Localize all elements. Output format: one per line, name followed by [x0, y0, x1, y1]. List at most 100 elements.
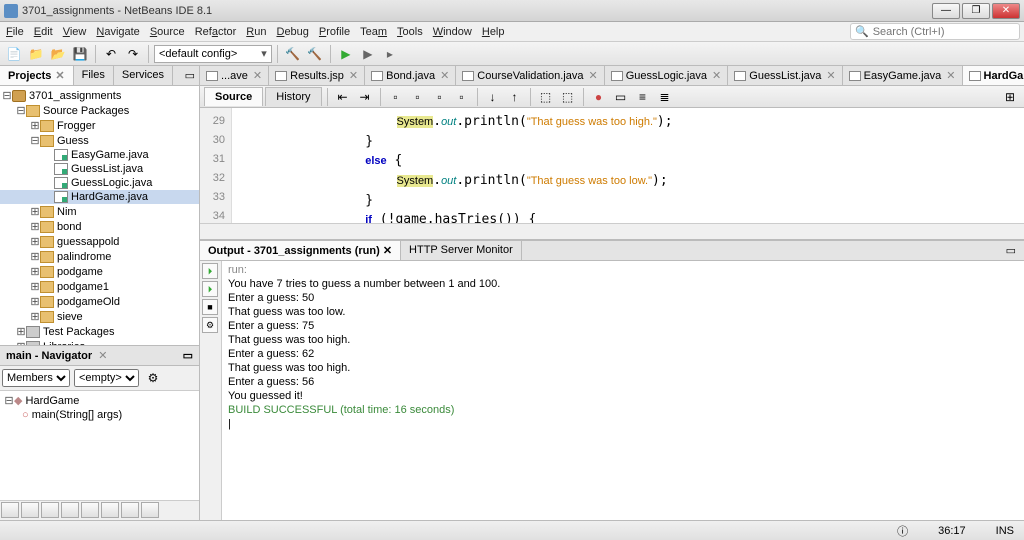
- close-icon[interactable]: ✕: [826, 69, 835, 82]
- editor-tool-button[interactable]: ●: [589, 87, 609, 107]
- editor-area[interactable]: 293031323334 System.out.println("That gu…: [200, 108, 1024, 223]
- menu-edit[interactable]: Edit: [32, 24, 55, 40]
- tree-node[interactable]: EasyGame.java: [0, 148, 199, 162]
- stop-button[interactable]: ■: [202, 299, 218, 315]
- config-select[interactable]: <default config>: [154, 45, 272, 63]
- menu-refactor[interactable]: Refactor: [193, 24, 239, 40]
- output-tab[interactable]: Output - 3701_assignments (run) ✕: [200, 241, 401, 260]
- nav-filter-button[interactable]: [61, 502, 79, 518]
- menu-view[interactable]: View: [61, 24, 89, 40]
- code-content[interactable]: System.out.println("That guess was too h…: [232, 108, 1024, 223]
- minimize-button[interactable]: —: [932, 3, 960, 19]
- tree-node[interactable]: ⊞podgameOld: [0, 294, 199, 309]
- source-tab[interactable]: Source: [204, 87, 263, 106]
- editor-tool-button[interactable]: ⬚: [558, 87, 578, 107]
- menu-help[interactable]: Help: [480, 24, 507, 40]
- menu-navigate[interactable]: Navigate: [94, 24, 141, 40]
- editor-tab[interactable]: GuessList.java✕: [728, 66, 842, 85]
- projects-tree[interactable]: ⊟3701_assignments⊟Source Packages⊞Frogge…: [0, 86, 199, 345]
- menu-tools[interactable]: Tools: [395, 24, 425, 40]
- editor-tab[interactable]: HardGame.java✕: [963, 66, 1024, 85]
- close-icon[interactable]: ✕: [98, 349, 107, 362]
- nav-filter-button[interactable]: [1, 502, 19, 518]
- horizontal-scrollbar[interactable]: [200, 223, 1024, 239]
- editor-tool-button[interactable]: ▫: [430, 87, 450, 107]
- tree-node[interactable]: ⊞Frogger: [0, 118, 199, 133]
- editor-tab[interactable]: Results.jsp✕: [269, 66, 365, 85]
- debug-button[interactable]: ▶: [358, 44, 378, 64]
- menu-source[interactable]: Source: [148, 24, 187, 40]
- tree-node[interactable]: HardGame.java: [0, 190, 199, 204]
- close-button[interactable]: ✕: [992, 3, 1020, 19]
- search-input[interactable]: [873, 26, 1015, 38]
- maximize-button[interactable]: ❐: [962, 3, 990, 19]
- tree-node[interactable]: GuessLogic.java: [0, 176, 199, 190]
- tree-node[interactable]: ⊞Nim: [0, 204, 199, 219]
- quick-search[interactable]: 🔍: [850, 23, 1020, 40]
- editor-tool-button[interactable]: ↑: [505, 87, 525, 107]
- editor-tool-button[interactable]: ≣: [655, 87, 675, 107]
- navigator-body[interactable]: ⊟◆ HardGame ○ main(String[] args): [0, 391, 199, 500]
- save-all-button[interactable]: 💾: [70, 44, 90, 64]
- close-icon[interactable]: ✕: [349, 69, 358, 82]
- editor-tab[interactable]: GuessLogic.java✕: [605, 66, 729, 85]
- rerun-button[interactable]: ⏵: [202, 263, 218, 279]
- output-text[interactable]: run:You have 7 tries to guess a number b…: [222, 261, 1024, 520]
- open-button[interactable]: 📂: [48, 44, 68, 64]
- editor-tool-button[interactable]: ⬚: [536, 87, 556, 107]
- navigator-method[interactable]: main(String[] args): [32, 409, 122, 421]
- close-icon[interactable]: ✕: [383, 245, 392, 257]
- editor-expand-icon[interactable]: ⊞: [1000, 87, 1020, 107]
- nav-filter-button[interactable]: [81, 502, 99, 518]
- nav-filter-button[interactable]: [141, 502, 159, 518]
- tree-node[interactable]: GuessList.java: [0, 162, 199, 176]
- nav-filter-button[interactable]: [121, 502, 139, 518]
- editor-tool-button[interactable]: ↓: [483, 87, 503, 107]
- editor-tool-button[interactable]: ▭: [611, 87, 631, 107]
- output-settings-button[interactable]: ⚙: [202, 317, 218, 333]
- editor-tool-button[interactable]: ▫: [452, 87, 472, 107]
- close-icon[interactable]: ✕: [946, 69, 955, 82]
- editor-tool-button[interactable]: ▫: [386, 87, 406, 107]
- undo-button[interactable]: ↶: [101, 44, 121, 64]
- tree-node[interactable]: ⊞sieve: [0, 309, 199, 324]
- tree-node[interactable]: ⊞Libraries: [0, 339, 199, 345]
- clean-build-button[interactable]: 🔨: [305, 44, 325, 64]
- editor-tab[interactable]: EasyGame.java✕: [843, 66, 963, 85]
- tab-files[interactable]: Files: [74, 66, 114, 85]
- menu-file[interactable]: File: [4, 24, 26, 40]
- new-project-button[interactable]: 📁: [26, 44, 46, 64]
- tab-services[interactable]: Services: [114, 66, 173, 85]
- close-icon[interactable]: ✕: [55, 70, 64, 82]
- rerun-button[interactable]: ⏵: [202, 281, 218, 297]
- tree-node[interactable]: ⊞guessappold: [0, 234, 199, 249]
- navigator-filter-select[interactable]: <empty>: [74, 369, 139, 387]
- editor-tab[interactable]: Bond.java✕: [365, 66, 456, 85]
- menu-run[interactable]: Run: [244, 24, 268, 40]
- tree-node[interactable]: ⊞palindrome: [0, 249, 199, 264]
- history-tab[interactable]: History: [265, 87, 321, 106]
- close-icon[interactable]: ✕: [253, 69, 262, 82]
- menu-team[interactable]: Team: [358, 24, 389, 40]
- minimize-panel-icon[interactable]: ▭: [181, 66, 199, 85]
- nav-filter-button[interactable]: [101, 502, 119, 518]
- tree-node[interactable]: ⊞podgame: [0, 264, 199, 279]
- editor-tool-button[interactable]: ⇥: [355, 87, 375, 107]
- http-monitor-tab[interactable]: HTTP Server Monitor: [401, 241, 522, 260]
- editor-tab[interactable]: ...ave✕: [200, 66, 269, 85]
- editor-tool-button[interactable]: ≡: [633, 87, 653, 107]
- menu-profile[interactable]: Profile: [317, 24, 352, 40]
- tab-projects[interactable]: Projects✕: [0, 66, 74, 85]
- editor-tool-button[interactable]: ⇤: [333, 87, 353, 107]
- tree-node[interactable]: ⊞podgame1: [0, 279, 199, 294]
- close-icon[interactable]: ✕: [440, 69, 449, 82]
- close-icon[interactable]: ✕: [712, 69, 721, 82]
- tree-node[interactable]: ⊟3701_assignments: [0, 88, 199, 103]
- tree-node[interactable]: ⊞bond: [0, 219, 199, 234]
- minimize-panel-icon[interactable]: ▭: [998, 241, 1024, 260]
- tree-node[interactable]: ⊟Guess: [0, 133, 199, 148]
- menu-debug[interactable]: Debug: [274, 24, 310, 40]
- tree-node[interactable]: ⊟Source Packages: [0, 103, 199, 118]
- menu-window[interactable]: Window: [431, 24, 474, 40]
- nav-filter-button[interactable]: [21, 502, 39, 518]
